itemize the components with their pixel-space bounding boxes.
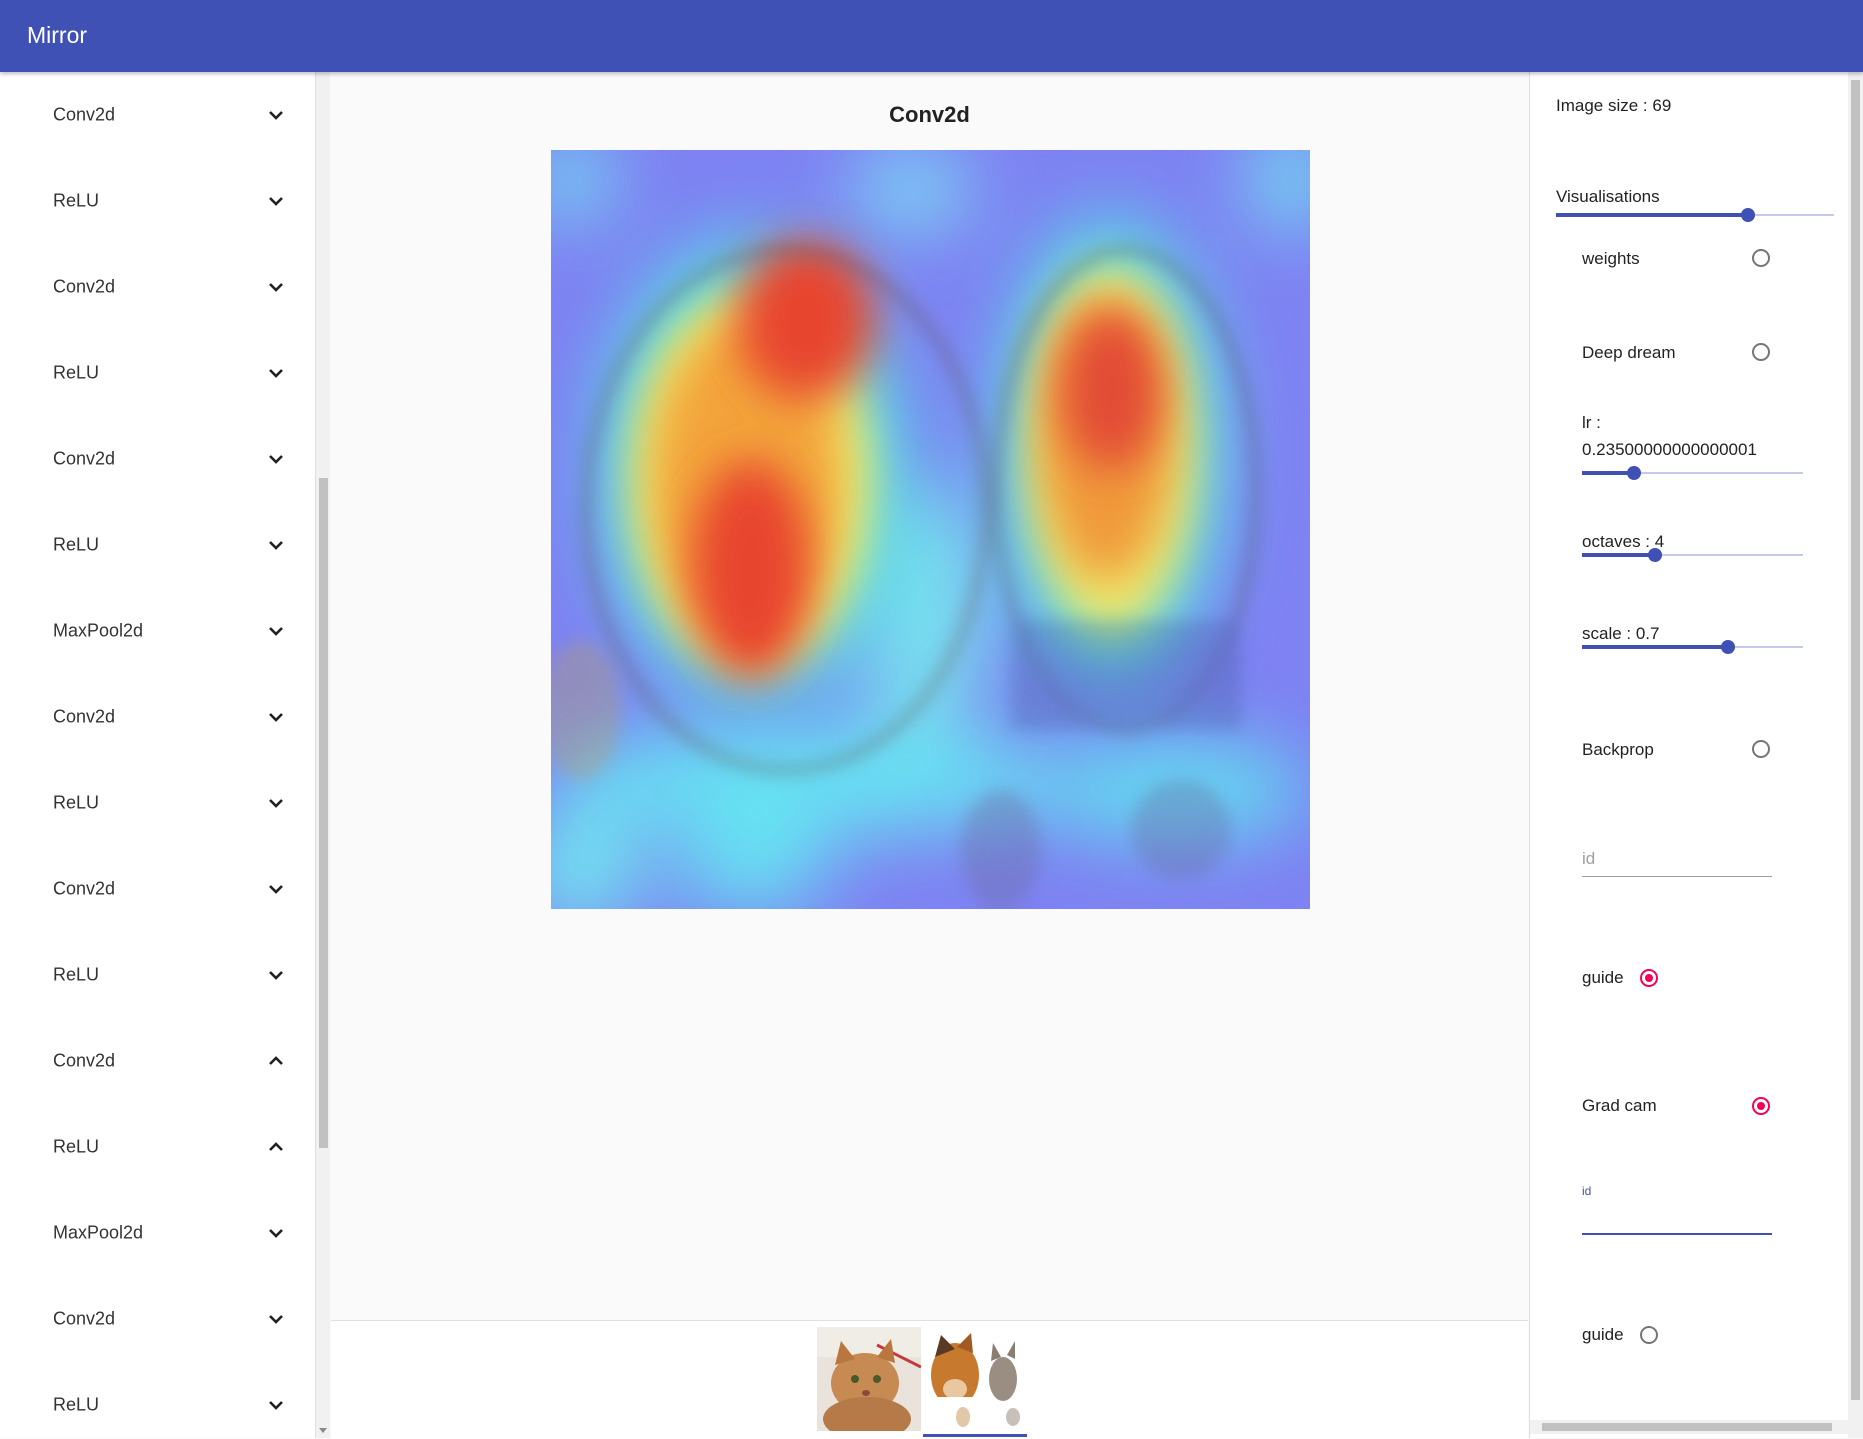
panel-vertical-scrollbar-thumb[interactable]	[1851, 80, 1860, 1400]
layer-item-label: ReLU	[53, 792, 100, 813]
backprop-guide-label: guide	[1582, 968, 1624, 987]
layer-item[interactable]: Conv2d	[0, 674, 300, 760]
layer-item[interactable]: MaxPool2d	[0, 588, 300, 674]
layer-item[interactable]: ReLU	[0, 158, 300, 244]
sidebar-scrollbar-thumb[interactable]	[319, 478, 328, 1148]
app-bar: Mirror	[0, 0, 1863, 72]
layer-item[interactable]: Conv2d	[0, 244, 300, 330]
chevron-down-icon[interactable]	[266, 449, 286, 469]
weights-label: weights	[1582, 249, 1640, 268]
layer-item[interactable]: ReLU	[0, 760, 300, 846]
layer-item-label: Conv2d	[53, 878, 116, 899]
chevron-down-icon[interactable]	[266, 793, 286, 813]
chevron-down-icon[interactable]	[266, 1223, 286, 1243]
dog-and-cat-photo-icon	[923, 1327, 1027, 1431]
grad-cam-radio[interactable]	[1752, 1097, 1770, 1115]
layer-item[interactable]: ReLU	[0, 502, 300, 588]
layer-item-label: Conv2d	[53, 448, 116, 469]
layer-item[interactable]: ReLU	[0, 1104, 300, 1190]
chevron-down-icon[interactable]	[266, 1309, 286, 1329]
visualisations-heading: Visualisations	[1556, 187, 1660, 206]
scale-slider[interactable]	[1582, 637, 1803, 657]
layer-item-label: ReLU	[53, 362, 100, 383]
scale-slider-thumb[interactable]	[1720, 640, 1735, 654]
chevron-down-icon[interactable]	[266, 621, 286, 641]
backprop-id-input[interactable]	[1582, 876, 1772, 877]
layers-sidebar: Conv2d ReLU Conv2d ReLU Conv2d ReLU MaxPool2d C…	[0, 72, 316, 1438]
lr-slider[interactable]	[1582, 463, 1803, 483]
grad-cam-guide-label: guide	[1582, 1325, 1624, 1344]
chevron-down-icon[interactable]	[266, 191, 286, 211]
layer-item-label: Conv2d	[53, 104, 116, 125]
layer-title: Conv2d	[889, 102, 970, 127]
deep-dream-label: Deep dream	[1582, 343, 1676, 362]
cat-thumbnail[interactable]	[817, 1327, 921, 1431]
backprop-guide-radio[interactable]	[1640, 969, 1658, 987]
chevron-down-icon[interactable]	[266, 1395, 286, 1415]
layer-item-label: Conv2d	[53, 1308, 116, 1329]
cat-photo-icon	[817, 1327, 921, 1431]
settings-panel: Image size : 69 Visualisations weights D…	[1529, 72, 1848, 1438]
scroll-down-arrow-icon[interactable]	[319, 1428, 327, 1433]
octaves-slider-thumb[interactable]	[1647, 548, 1662, 562]
layer-item-label: ReLU	[53, 190, 100, 211]
chevron-up-icon[interactable]	[266, 1051, 286, 1071]
layer-item[interactable]: Conv2d	[0, 1018, 300, 1104]
layer-item[interactable]: Conv2d	[0, 1276, 300, 1362]
app-title: Mirror	[27, 22, 88, 48]
lr-label: lr :	[1582, 413, 1601, 432]
main-content: Conv2d	[331, 72, 1528, 1439]
chevron-down-icon[interactable]	[266, 879, 286, 899]
layer-item-label: Conv2d	[53, 706, 116, 727]
chevron-down-icon[interactable]	[266, 277, 286, 297]
layer-item[interactable]: ReLU	[0, 330, 300, 416]
panel-vertical-scrollbar[interactable]	[1848, 72, 1863, 1438]
layer-item-label: ReLU	[53, 534, 100, 555]
sidebar-scrollbar[interactable]	[316, 72, 330, 1438]
image-size-slider-thumb[interactable]	[1740, 208, 1755, 222]
backprop-id-placeholder: id	[1582, 849, 1596, 868]
layer-item-label: ReLU	[53, 1394, 100, 1415]
chevron-up-icon[interactable]	[266, 1137, 286, 1157]
panel-horizontal-scrollbar[interactable]	[1530, 1420, 1848, 1434]
backprop-radio[interactable]	[1752, 740, 1770, 758]
layer-item-label: ReLU	[53, 964, 100, 985]
layer-item[interactable]: ReLU	[0, 932, 300, 1018]
chevron-down-icon[interactable]	[266, 965, 286, 985]
selected-thumbnail-indicator	[923, 1434, 1027, 1437]
chevron-down-icon[interactable]	[266, 535, 286, 555]
image-thumbnail-bar	[331, 1320, 1528, 1439]
octaves-slider[interactable]	[1582, 545, 1803, 565]
layer-item[interactable]: ReLU	[0, 1362, 300, 1438]
grad-cam-heatmap	[551, 150, 1310, 909]
layer-item[interactable]: Conv2d	[0, 416, 300, 502]
lr-value: 0.23500000000000001	[1582, 440, 1757, 459]
layer-item[interactable]: MaxPool2d	[0, 1190, 300, 1276]
image-size-slider[interactable]	[1556, 205, 1834, 225]
weights-radio[interactable]	[1752, 249, 1770, 267]
chevron-down-icon[interactable]	[266, 707, 286, 727]
layer-item-label: MaxPool2d	[53, 1222, 144, 1243]
layer-item-label: Conv2d	[53, 276, 116, 297]
image-size-label: Image size : 69	[1556, 96, 1672, 115]
layer-item[interactable]: Conv2d	[0, 72, 300, 158]
grad-cam-guide-radio[interactable]	[1640, 1326, 1658, 1344]
chevron-down-icon[interactable]	[266, 363, 286, 383]
grad-cam-id-label: id	[1582, 1184, 1592, 1198]
grad-cam-id-input[interactable]	[1582, 1233, 1772, 1235]
backprop-label: Backprop	[1582, 740, 1654, 759]
heatmap-image	[551, 150, 1310, 909]
chevron-down-icon[interactable]	[266, 105, 286, 125]
layer-item-label: MaxPool2d	[53, 620, 144, 641]
layer-item[interactable]: Conv2d	[0, 846, 300, 932]
dog-and-cat-thumbnail[interactable]	[923, 1327, 1027, 1431]
layer-item-label: Conv2d	[53, 1050, 116, 1071]
deep-dream-radio[interactable]	[1752, 343, 1770, 361]
grad-cam-label: Grad cam	[1582, 1096, 1657, 1115]
lr-slider-thumb[interactable]	[1626, 466, 1641, 480]
layer-item-label: ReLU	[53, 1136, 100, 1157]
panel-horizontal-scrollbar-thumb[interactable]	[1542, 1423, 1832, 1431]
